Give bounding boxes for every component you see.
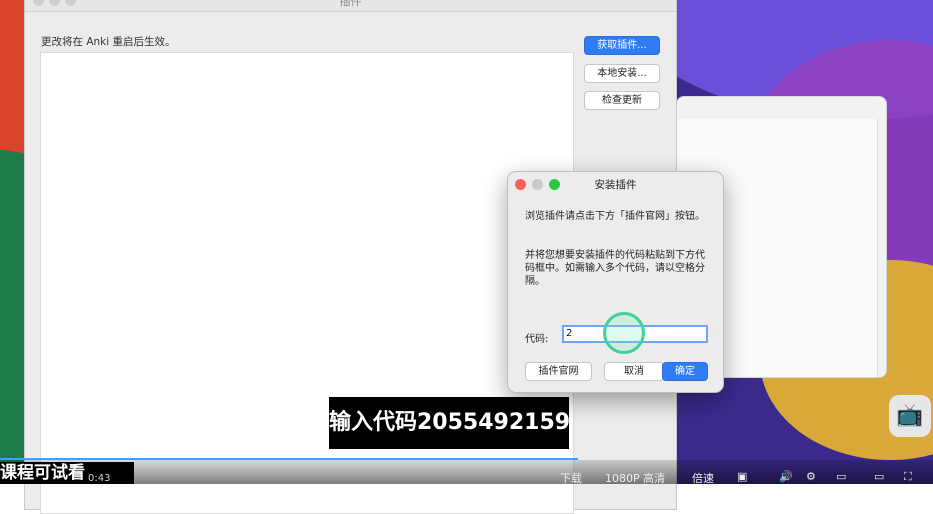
video-player-controls bbox=[0, 460, 933, 484]
video-subtitle-left: 课程可试看 bbox=[0, 462, 134, 484]
check-updates-button[interactable]: 检查更新 bbox=[584, 91, 660, 110]
danmaku-icon[interactable]: ▣ bbox=[737, 470, 747, 483]
install-from-file-button[interactable]: 本地安装... bbox=[584, 64, 660, 83]
click-indicator bbox=[603, 312, 645, 354]
cancel-button[interactable]: 取消 bbox=[604, 362, 664, 381]
dialog-paste-text: 并将您想要安装插件的代码粘贴到下方代码框中。如需输入多个代码，请以空格分隔。 bbox=[525, 250, 705, 287]
install-addon-dialog: 安装插件 浏览插件请点击下方「插件官网」按钮。 并将您想要安装插件的代码粘贴到下… bbox=[507, 171, 724, 393]
dialog-browse-text: 浏览插件请点击下方「插件官网」按钮。 bbox=[525, 211, 705, 222]
fullscreen-icon[interactable]: ⛶ bbox=[904, 470, 912, 484]
widescreen-icon[interactable]: ▭ bbox=[874, 470, 884, 483]
pip-icon[interactable]: ▭ bbox=[836, 470, 846, 483]
code-label: 代码: bbox=[525, 334, 549, 345]
addon-website-button[interactable]: 插件官网 bbox=[525, 362, 592, 381]
window-title: 插件 bbox=[339, 0, 362, 8]
dialog-title: 安装插件 bbox=[594, 179, 637, 191]
restart-notice: 更改将在 Anki 重启后生效。 bbox=[41, 36, 176, 48]
addons-window-titlebar: 插件 bbox=[25, 0, 676, 12]
ok-button[interactable]: 确定 bbox=[662, 362, 708, 381]
video-time: 0:43 bbox=[88, 473, 111, 484]
volume-icon[interactable]: 🔊 bbox=[779, 470, 793, 483]
get-addons-button[interactable]: 获取插件... bbox=[584, 36, 660, 55]
settings-icon[interactable]: ⚙ bbox=[806, 470, 816, 483]
tv-mascot-icon: 📺 bbox=[889, 395, 931, 437]
video-caption: 输入代码2055492159 bbox=[329, 397, 570, 449]
